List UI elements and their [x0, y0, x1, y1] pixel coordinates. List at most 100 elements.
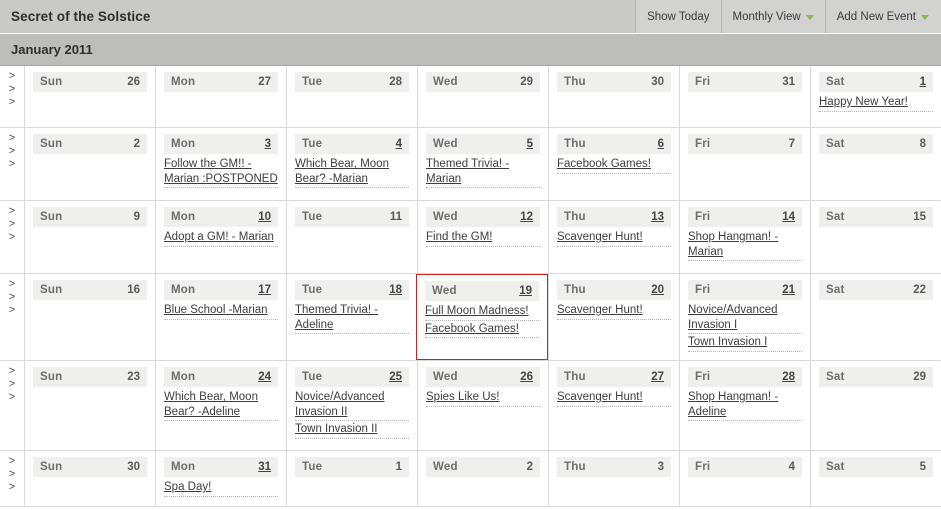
event-title[interactable]: Happy New Year! — [819, 95, 933, 110]
chevron-right-icon[interactable]: > — [9, 133, 15, 144]
day-number[interactable]: 18 — [389, 284, 402, 296]
event-item[interactable]: Themed Trivia! -Marian — [426, 157, 540, 188]
event-title[interactable]: Follow the GM!! -Marian :POSTPONED — [164, 157, 278, 186]
day-cell[interactable]: Fri 7 — [679, 128, 810, 200]
event-item[interactable]: Blue School -Marian — [164, 303, 278, 320]
day-cell[interactable]: Fri 28 Shop Hangman! -Adeline — [679, 361, 810, 450]
day-number[interactable]: 13 — [651, 211, 664, 223]
event-title[interactable]: Facebook Games! — [557, 157, 671, 172]
day-cell[interactable]: Mon 27 — [155, 66, 286, 127]
chevron-right-icon[interactable]: > — [9, 71, 15, 82]
day-number[interactable]: 26 — [520, 371, 533, 383]
event-title[interactable]: Scavenger Hunt! — [557, 303, 671, 318]
day-cell[interactable]: Mon 10 Adopt a GM! - Marian — [155, 201, 286, 273]
chevron-right-icon[interactable]: > — [9, 219, 15, 230]
event-title[interactable]: Shop Hangman! -Marian — [688, 230, 802, 259]
day-cell[interactable]: Sat 22 — [810, 274, 941, 360]
event-item[interactable]: Spies Like Us! — [426, 390, 540, 407]
day-cell[interactable]: Mon 31 Spa Day! — [155, 451, 286, 506]
day-cell[interactable]: Sat 29 — [810, 361, 941, 450]
event-title[interactable]: Full Moon Madness! — [425, 304, 539, 319]
day-cell[interactable]: Fri 4 — [679, 451, 810, 506]
event-item[interactable]: Follow the GM!! -Marian :POSTPONED — [164, 157, 278, 188]
chevron-right-icon[interactable]: > — [9, 232, 15, 243]
event-title[interactable]: Find the GM! — [426, 230, 540, 245]
day-number[interactable]: 4 — [396, 138, 402, 150]
event-item[interactable]: Shop Hangman! -Adeline — [688, 390, 802, 421]
event-title[interactable]: Which Bear, Moon Bear? -Adeline — [164, 390, 278, 419]
day-cell[interactable]: Wed 29 — [417, 66, 548, 127]
event-item[interactable]: Novice/Advanced Invasion II — [295, 390, 409, 421]
chevron-right-icon[interactable]: > — [9, 456, 15, 467]
day-cell[interactable]: Fri 14 Shop Hangman! -Marian — [679, 201, 810, 273]
day-number[interactable]: 5 — [527, 138, 533, 150]
event-title[interactable]: Which Bear, Moon Bear? -Marian — [295, 157, 409, 186]
day-number[interactable]: 17 — [258, 284, 271, 296]
day-cell[interactable]: Sat 1 Happy New Year! — [810, 66, 941, 127]
chevron-right-icon[interactable]: > — [9, 279, 15, 290]
event-item[interactable]: Facebook Games! — [425, 322, 539, 338]
day-cell-today[interactable]: Wed 19 Full Moon Madness! Facebook Games! — [416, 274, 548, 360]
day-cell[interactable]: Wed 5 Themed Trivia! -Marian — [417, 128, 548, 200]
toolbar-button-add-new-event[interactable]: Add New Event — [824, 0, 941, 33]
chevron-right-icon[interactable]: > — [9, 379, 15, 390]
chevron-right-icon[interactable]: > — [9, 305, 15, 316]
event-title[interactable]: Facebook Games! — [425, 322, 539, 337]
toolbar-button-show-today[interactable]: Show Today — [635, 0, 721, 33]
event-title[interactable]: Themed Trivia! -Adeline — [295, 303, 409, 332]
day-cell[interactable]: Mon 24 Which Bear, Moon Bear? -Adeline — [155, 361, 286, 450]
event-item[interactable]: Themed Trivia! -Adeline — [295, 303, 409, 334]
day-number[interactable]: 12 — [520, 211, 533, 223]
day-number[interactable]: 14 — [782, 211, 795, 223]
day-cell[interactable]: Sat 8 — [810, 128, 941, 200]
day-number[interactable]: 20 — [651, 284, 664, 296]
event-title[interactable]: Novice/Advanced Invasion II — [295, 390, 409, 419]
event-item[interactable]: Facebook Games! — [557, 157, 671, 174]
event-title[interactable]: Shop Hangman! -Adeline — [688, 390, 802, 419]
event-title[interactable]: Novice/Advanced Invasion I — [688, 303, 802, 332]
event-item[interactable]: Scavenger Hunt! — [557, 230, 671, 247]
day-number[interactable]: 3 — [265, 138, 271, 150]
day-cell[interactable]: Sun 16 — [24, 274, 155, 360]
event-item[interactable]: Happy New Year! — [819, 95, 933, 112]
day-cell[interactable]: Tue 28 — [286, 66, 417, 127]
day-number[interactable]: 25 — [389, 371, 402, 383]
day-cell[interactable]: Tue 25 Novice/Advanced Invasion II Town Inv… — [286, 361, 417, 450]
event-title[interactable]: Spies Like Us! — [426, 390, 540, 405]
event-title[interactable]: Scavenger Hunt! — [557, 230, 671, 245]
event-item[interactable]: Scavenger Hunt! — [557, 390, 671, 407]
toolbar-button-monthly-view[interactable]: Monthly View — [720, 0, 825, 33]
event-title[interactable]: Themed Trivia! -Marian — [426, 157, 540, 186]
day-cell[interactable]: Thu 20 Scavenger Hunt! — [548, 274, 679, 360]
day-cell[interactable]: Thu 3 — [548, 451, 679, 506]
event-title[interactable]: Blue School -Marian — [164, 303, 278, 318]
day-cell[interactable]: Sat 15 — [810, 201, 941, 273]
chevron-right-icon[interactable]: > — [9, 292, 15, 303]
event-title[interactable]: Scavenger Hunt! — [557, 390, 671, 405]
event-item[interactable]: Find the GM! — [426, 230, 540, 247]
day-number[interactable]: 19 — [519, 285, 532, 297]
event-item[interactable]: Adopt a GM! - Marian — [164, 230, 278, 247]
day-cell[interactable]: Thu 13 Scavenger Hunt! — [548, 201, 679, 273]
day-cell[interactable]: Thu 27 Scavenger Hunt! — [548, 361, 679, 450]
event-title[interactable]: Town Invasion II — [295, 422, 409, 437]
day-cell[interactable]: Sun 2 — [24, 128, 155, 200]
day-number[interactable]: 27 — [651, 371, 664, 383]
day-cell[interactable]: Mon 17 Blue School -Marian — [155, 274, 286, 360]
day-cell[interactable]: Sun 9 — [24, 201, 155, 273]
event-title[interactable]: Town Invasion I — [688, 335, 802, 350]
event-item[interactable]: Town Invasion I — [688, 335, 802, 352]
chevron-right-icon[interactable]: > — [9, 392, 15, 403]
chevron-right-icon[interactable]: > — [9, 146, 15, 157]
event-item[interactable]: Which Bear, Moon Bear? -Marian — [295, 157, 409, 188]
day-cell[interactable]: Sat 5 — [810, 451, 941, 506]
day-cell[interactable]: Mon 3 Follow the GM!! -Marian :POSTPONED — [155, 128, 286, 200]
event-item[interactable]: Scavenger Hunt! — [557, 303, 671, 320]
chevron-right-icon[interactable]: > — [9, 97, 15, 108]
chevron-right-icon[interactable]: > — [9, 366, 15, 377]
chevron-right-icon[interactable]: > — [9, 469, 15, 480]
day-cell[interactable]: Tue 18 Themed Trivia! -Adeline — [286, 274, 417, 360]
event-item[interactable]: Full Moon Madness! — [425, 304, 539, 321]
day-number[interactable]: 28 — [782, 371, 795, 383]
day-cell[interactable]: Fri 21 Novice/Advanced Invasion I Town Inva… — [679, 274, 810, 360]
